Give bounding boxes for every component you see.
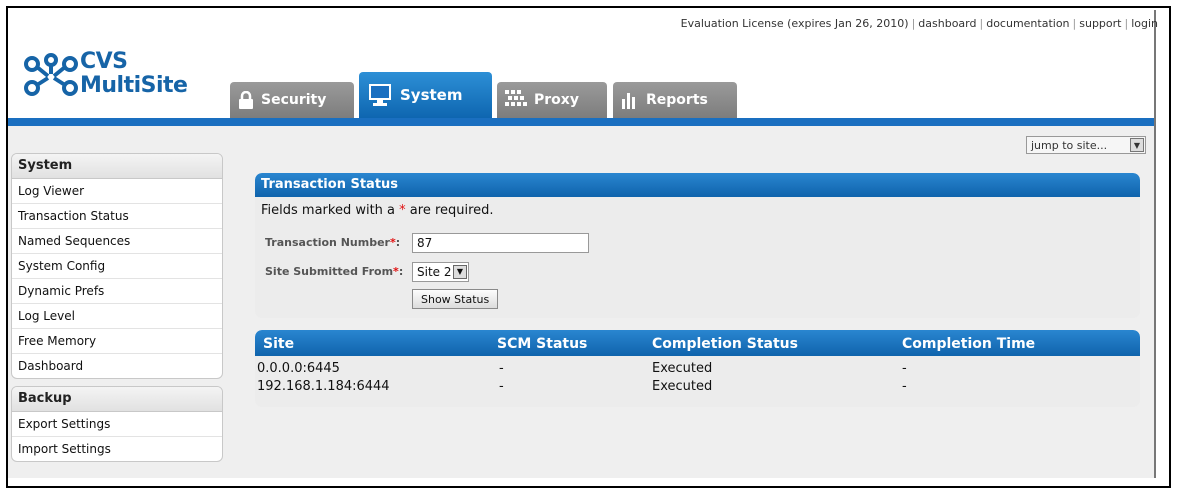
sidebar-system-title: System [12, 154, 222, 179]
sidebar-item-log-viewer[interactable]: Log Viewer [12, 179, 222, 204]
tab-reports-label: Reports [646, 92, 708, 108]
login-link[interactable]: login [1131, 17, 1158, 30]
sidebar-item-log-level[interactable]: Log Level [12, 304, 222, 329]
table-row: 192.168.1.184:6444 - Executed - [257, 379, 907, 394]
transaction-number-input[interactable]: 87 [412, 233, 589, 253]
sidebar-item-export-settings[interactable]: Export Settings [12, 412, 222, 437]
documentation-link[interactable]: documentation [986, 17, 1069, 30]
sidebar-item-named-sequences[interactable]: Named Sequences [12, 229, 222, 254]
license-text: Evaluation License (expires Jan 26, 2010… [680, 17, 909, 30]
site-submitted-from-label: Site Submitted From*: [265, 265, 404, 278]
window-edge [1154, 10, 1156, 478]
tab-security-label: Security [261, 92, 327, 108]
sidebar-item-import-settings[interactable]: Import Settings [12, 437, 222, 461]
tab-proxy[interactable]: Proxy [497, 82, 607, 118]
sidebar-item-transaction-status[interactable]: Transaction Status [12, 204, 222, 229]
sidebar-item-system-config[interactable]: System Config [12, 254, 222, 279]
results-table: Site SCM Status Completion Status Comple… [255, 330, 1140, 407]
chevron-down-icon: ▼ [453, 265, 467, 279]
tab-reports[interactable]: Reports [613, 82, 737, 118]
sidebar-item-dashboard[interactable]: Dashboard [12, 354, 222, 378]
jump-to-site-select[interactable]: jump to site... ▼ [1026, 136, 1146, 154]
show-status-button[interactable]: Show Status [412, 289, 499, 309]
support-link[interactable]: support [1079, 17, 1121, 30]
lock-icon [238, 91, 254, 109]
monitor-icon [367, 82, 393, 108]
logo-line-2: MultiSite [80, 73, 188, 98]
dashboard-link[interactable]: dashboard [918, 17, 976, 30]
jump-to-site-value: jump to site... [1031, 138, 1108, 152]
sidebar-backup-title: Backup [12, 387, 222, 412]
column-site: Site [263, 336, 295, 352]
network-icon [505, 90, 527, 110]
required-note: Fields marked with a * are required. [261, 203, 494, 218]
transaction-status-panel: Transaction Status Fields marked with a … [255, 173, 1140, 318]
sidebar-item-dynamic-prefs[interactable]: Dynamic Prefs [12, 279, 222, 304]
logo-line-1: CVS [80, 49, 128, 74]
column-scm-status: SCM Status [497, 336, 588, 352]
transaction-number-label: Transaction Number*: [265, 236, 401, 249]
table-header: Site SCM Status Completion Status Comple… [255, 330, 1140, 356]
sidebar-backup: Backup Export Settings Import Settings [11, 386, 223, 462]
tab-proxy-label: Proxy [534, 92, 579, 108]
molecule-logo-icon [24, 53, 78, 96]
top-links: Evaluation License (expires Jan 26, 2010… [680, 17, 1158, 30]
sidebar-system: System Log Viewer Transaction Status Nam… [11, 153, 223, 379]
nav-bar [8, 118, 1154, 126]
panel-title: Transaction Status [255, 173, 1140, 197]
chevron-down-icon: ▼ [1130, 138, 1144, 152]
bar-chart-icon [621, 91, 639, 109]
site-submitted-from-value: Site 2 [417, 265, 452, 279]
tab-system-label: System [400, 86, 463, 104]
tab-system[interactable]: System [359, 72, 492, 118]
site-submitted-from-select[interactable]: Site 2 ▼ [412, 262, 469, 282]
sidebar-item-free-memory[interactable]: Free Memory [12, 329, 222, 354]
column-completion-time: Completion Time [902, 336, 1036, 352]
tab-security[interactable]: Security [230, 82, 354, 118]
column-completion-status: Completion Status [652, 336, 798, 352]
logo: CVS MultiSite [18, 44, 218, 114]
table-row: 0.0.0.0:6445 - Executed - [257, 361, 907, 376]
